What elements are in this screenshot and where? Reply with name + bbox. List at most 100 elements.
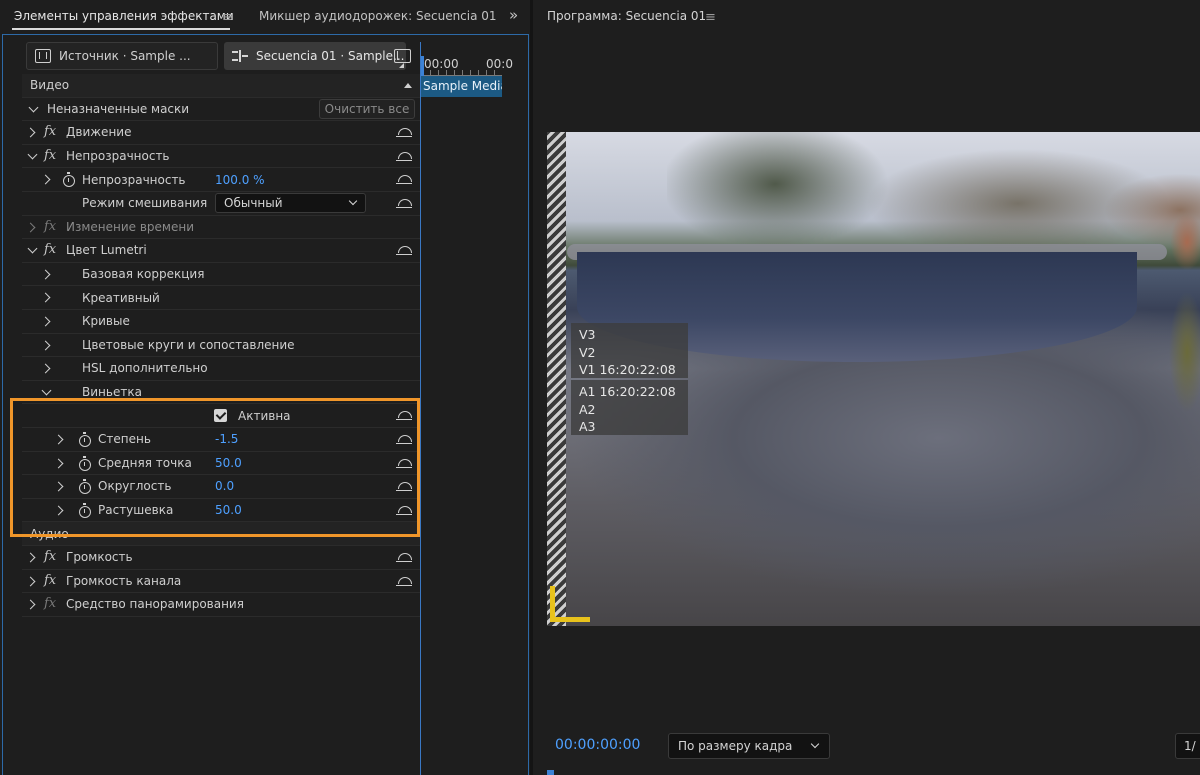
tab-effect-controls[interactable]: Элементы управления эффектами	[14, 9, 234, 23]
blend-mode-value: Обычный	[224, 196, 283, 210]
unassigned-masks-row[interactable]: Неназначенные маски Очистить все	[22, 98, 420, 122]
chevron-down-icon[interactable]	[41, 385, 52, 396]
stopwatch-icon[interactable]	[79, 432, 91, 447]
channel-volume-label: Громкость канала	[66, 573, 182, 588]
chevron-down-icon[interactable]	[28, 102, 39, 113]
lumetri-section-hsl[interactable]: HSL дополнительно	[22, 357, 420, 381]
vignette-active-label: Активна	[238, 408, 291, 423]
collapse-up-icon[interactable]	[404, 83, 412, 88]
motion-effect-row[interactable]: fx Движение	[22, 121, 420, 145]
param-value[interactable]: 50.0	[215, 456, 242, 470]
chevron-down-icon[interactable]	[27, 149, 38, 160]
stopwatch-icon[interactable]	[79, 479, 91, 495]
lumetri-section-color-wheels[interactable]: Цветовые круги и сопоставление	[22, 334, 420, 358]
resolution-value: 1/	[1184, 739, 1196, 753]
chevron-right-icon[interactable]	[53, 434, 64, 445]
fx-icon[interactable]: fx	[44, 549, 56, 564]
param-value[interactable]: 50.0	[215, 503, 242, 517]
chevron-right-icon[interactable]	[40, 292, 51, 303]
vignette-active-checkbox[interactable]	[214, 409, 227, 423]
panner-label: Средство панорамирования	[66, 597, 244, 612]
source-clip-button[interactable]: Источник · Sample ...	[26, 42, 218, 70]
timeline-divider[interactable]	[420, 42, 421, 775]
reset-icon[interactable]	[395, 198, 412, 210]
toggle-timeline-icon[interactable]	[394, 49, 411, 63]
chevron-right-icon[interactable]	[25, 222, 36, 233]
chevron-right-icon[interactable]	[40, 174, 51, 185]
chevron-right-icon[interactable]	[53, 505, 64, 516]
clear-all-button[interactable]: Очистить все	[319, 98, 415, 119]
more-tabs-icon[interactable]: »	[509, 6, 518, 24]
program-monitor-title[interactable]: Программа: Secuencia 01	[547, 9, 706, 23]
source-selector-bar: Источник · Sample ... Secuencia 01 · Sam…	[22, 42, 422, 70]
chevron-right-icon[interactable]	[25, 576, 36, 587]
reset-icon[interactable]	[395, 576, 412, 588]
stopwatch-icon[interactable]	[63, 172, 75, 188]
vignette-param-row[interactable]: Средняя точка 50.0	[22, 452, 420, 476]
panel-menu-icon[interactable]: ≡	[705, 10, 716, 25]
channel-volume-effect-row[interactable]: fx Громкость канала	[22, 570, 420, 594]
panel-menu-icon[interactable]: ≡	[222, 10, 233, 25]
reset-icon[interactable]	[395, 481, 412, 493]
chevron-right-icon[interactable]	[25, 127, 36, 138]
reset-icon[interactable]	[395, 552, 412, 564]
param-value[interactable]: -1.5	[215, 432, 238, 446]
program-playhead[interactable]	[547, 770, 554, 775]
opacity-value[interactable]: 100.0 %	[215, 173, 265, 187]
chevron-right-icon[interactable]	[40, 340, 51, 351]
audio-header-label: Аудио	[30, 526, 69, 541]
chevron-down-icon[interactable]	[27, 243, 38, 254]
reset-icon[interactable]	[395, 174, 412, 186]
time-remap-row[interactable]: fx Изменение времени	[22, 216, 420, 240]
lumetri-section-basic[interactable]: Базовая коррекция	[22, 263, 420, 287]
reset-icon[interactable]	[395, 245, 412, 257]
lumetri-section-curves[interactable]: Кривые	[22, 310, 420, 334]
track-line: V1 16:20:22:08	[579, 362, 676, 378]
fx-icon[interactable]: fx	[44, 242, 56, 257]
lumetri-section-vignette[interactable]: Виньетка	[22, 381, 420, 405]
zoom-level-select[interactable]: По размеру кадра	[668, 733, 830, 759]
blend-mode-select[interactable]: Обычный	[215, 193, 366, 213]
param-label: Средняя точка	[98, 455, 192, 470]
tab-audio-mixer[interactable]: Микшер аудиодорожек: Secuencia 01	[259, 9, 497, 23]
reset-icon[interactable]	[395, 410, 412, 422]
audio-section-header[interactable]: Аудио	[22, 522, 420, 546]
fx-icon[interactable]: fx	[44, 124, 56, 139]
fx-icon[interactable]: fx	[44, 573, 56, 588]
program-video-frame[interactable]	[547, 132, 1200, 626]
stopwatch-icon[interactable]	[79, 502, 91, 518]
chevron-right-icon[interactable]	[40, 363, 51, 374]
playback-resolution-select[interactable]: 1/	[1175, 733, 1200, 759]
volume-effect-row[interactable]: fx Громкость	[22, 546, 420, 570]
fx-icon[interactable]: fx	[44, 148, 56, 163]
chevron-right-icon[interactable]	[40, 316, 51, 327]
chevron-right-icon[interactable]	[53, 481, 64, 492]
lumetri-section-creative[interactable]: Креативный	[22, 286, 420, 310]
reset-icon[interactable]	[395, 458, 412, 470]
panner-effect-row[interactable]: fx Средство панорамирования	[22, 593, 420, 617]
reset-icon[interactable]	[395, 434, 412, 446]
chevron-right-icon[interactable]	[40, 269, 51, 280]
playhead-timecode[interactable]: 00:00:00:00	[555, 737, 640, 753]
mini-timeline-ruler[interactable]: 00:00 00:0	[420, 56, 513, 76]
param-value[interactable]: 0.0	[215, 479, 234, 493]
chevron-right-icon[interactable]	[25, 552, 36, 563]
fx-icon: fx	[44, 218, 57, 234]
reset-icon[interactable]	[395, 505, 412, 517]
lumetri-effect-row[interactable]: fx Цвет Lumetri	[22, 239, 420, 263]
chevron-down-icon	[348, 196, 358, 206]
video-section-header[interactable]: Видео	[22, 74, 420, 98]
reset-icon[interactable]	[395, 151, 412, 163]
opacity-effect-row[interactable]: fx Непрозрачность	[22, 145, 420, 169]
stopwatch-icon[interactable]	[79, 455, 91, 471]
video-skater	[1167, 212, 1200, 412]
opacity-param-row[interactable]: Непрозрачность 100.0 %	[22, 168, 420, 192]
vignette-param-row[interactable]: Степень -1.5	[22, 428, 420, 452]
vignette-param-row[interactable]: Округлость 0.0	[22, 475, 420, 499]
chevron-right-icon[interactable]	[53, 458, 64, 469]
chevron-right-icon[interactable]	[25, 599, 36, 610]
reset-icon[interactable]	[395, 127, 412, 139]
sequence-clip-button[interactable]: Secuencia 01 · Sample...	[224, 42, 406, 70]
mini-timeline-clip[interactable]: Sample Media	[420, 76, 502, 97]
vignette-param-row[interactable]: Растушевка 50.0	[22, 499, 420, 523]
